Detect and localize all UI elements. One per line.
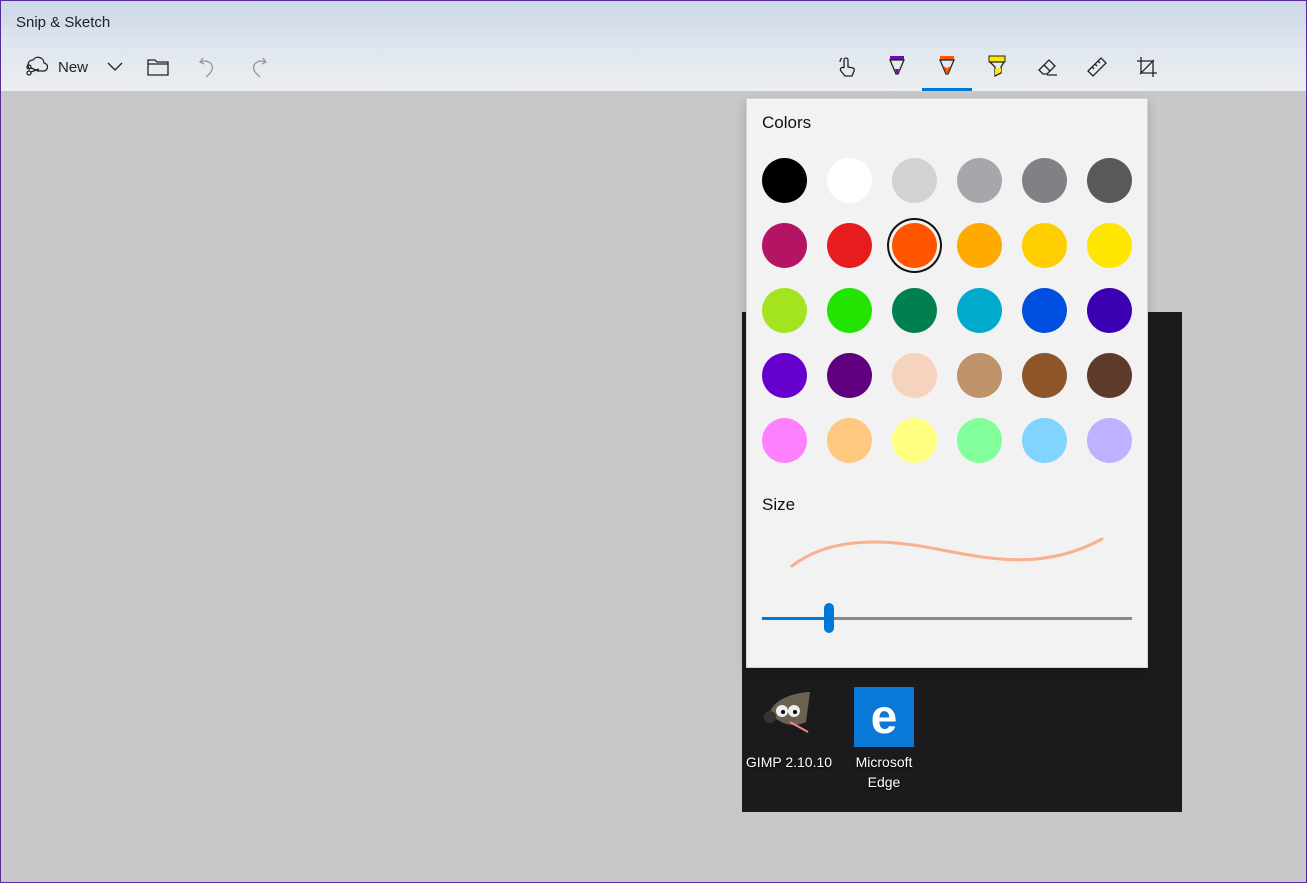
ballpoint-pen-button[interactable]	[882, 51, 912, 83]
color-swatch[interactable]	[892, 158, 937, 203]
size-slider-thumb[interactable]	[824, 603, 834, 633]
crop-button[interactable]	[1132, 51, 1162, 83]
eraser-icon	[1036, 56, 1058, 78]
redo-button[interactable]	[243, 51, 273, 83]
color-swatch[interactable]	[1022, 288, 1067, 333]
size-heading: Size	[762, 495, 795, 515]
color-swatch[interactable]	[892, 418, 937, 463]
color-swatch[interactable]	[892, 223, 937, 268]
open-file-button[interactable]	[143, 51, 173, 83]
edge-icon: e	[854, 687, 914, 747]
redo-icon	[248, 56, 268, 78]
pencil-options-panel: Colors Size	[746, 98, 1148, 668]
new-snip-button[interactable]: New	[16, 51, 96, 83]
color-swatch[interactable]	[827, 223, 872, 268]
color-swatch[interactable]	[957, 288, 1002, 333]
pencil-icon	[937, 55, 957, 79]
chevron-down-icon	[107, 62, 123, 72]
highlighter-icon	[986, 55, 1008, 79]
color-swatch[interactable]	[1022, 223, 1067, 268]
color-swatch[interactable]	[1087, 223, 1132, 268]
active-tool-indicator	[922, 88, 972, 91]
color-swatch[interactable]	[827, 288, 872, 333]
gimp-label: GIMP 2.10.10	[742, 752, 836, 772]
color-swatch[interactable]	[762, 288, 807, 333]
ruler-button[interactable]	[1082, 51, 1112, 83]
color-swatch[interactable]	[1022, 353, 1067, 398]
color-swatch[interactable]	[762, 223, 807, 268]
color-swatch[interactable]	[762, 418, 807, 463]
color-swatch[interactable]	[762, 158, 807, 203]
pencil-button[interactable]	[932, 51, 962, 83]
color-swatch[interactable]	[957, 158, 1002, 203]
color-swatch[interactable]	[892, 288, 937, 333]
color-swatch[interactable]	[1087, 353, 1132, 398]
colors-heading: Colors	[762, 113, 811, 133]
size-slider-fill	[762, 617, 829, 620]
crop-icon	[1136, 56, 1158, 78]
color-swatch[interactable]	[762, 353, 807, 398]
color-swatch[interactable]	[957, 223, 1002, 268]
new-label: New	[58, 59, 88, 76]
color-swatch[interactable]	[1087, 418, 1132, 463]
edge-label-line1: Microsoft	[842, 752, 926, 772]
color-swatch[interactable]	[827, 158, 872, 203]
folder-icon	[147, 58, 169, 76]
ruler-icon	[1086, 56, 1108, 78]
touch-hand-icon	[836, 56, 858, 78]
ballpoint-pen-icon	[887, 55, 907, 79]
color-swatch[interactable]	[1022, 418, 1067, 463]
touch-writing-button[interactable]	[832, 51, 862, 83]
undo-icon	[198, 56, 218, 78]
color-swatch[interactable]	[1022, 158, 1067, 203]
color-swatch[interactable]	[827, 353, 872, 398]
gimp-icon	[760, 687, 816, 737]
color-swatch[interactable]	[827, 418, 872, 463]
color-swatch[interactable]	[892, 353, 937, 398]
app-title: Snip & Sketch	[16, 14, 110, 31]
eraser-button[interactable]	[1032, 51, 1062, 83]
stroke-preview	[787, 529, 1107, 569]
edge-label-line2: Edge	[842, 772, 926, 792]
color-swatch[interactable]	[1087, 158, 1132, 203]
edge-label: Microsoft Edge	[842, 752, 926, 792]
color-swatch[interactable]	[1087, 288, 1132, 333]
highlighter-button[interactable]	[982, 51, 1012, 83]
snip-icon	[24, 55, 48, 79]
new-snip-dropdown[interactable]	[101, 51, 129, 83]
color-swatch[interactable]	[957, 418, 1002, 463]
undo-button[interactable]	[193, 51, 223, 83]
title-bar: Snip & Sketch New	[1, 1, 1306, 91]
color-swatch[interactable]	[957, 353, 1002, 398]
